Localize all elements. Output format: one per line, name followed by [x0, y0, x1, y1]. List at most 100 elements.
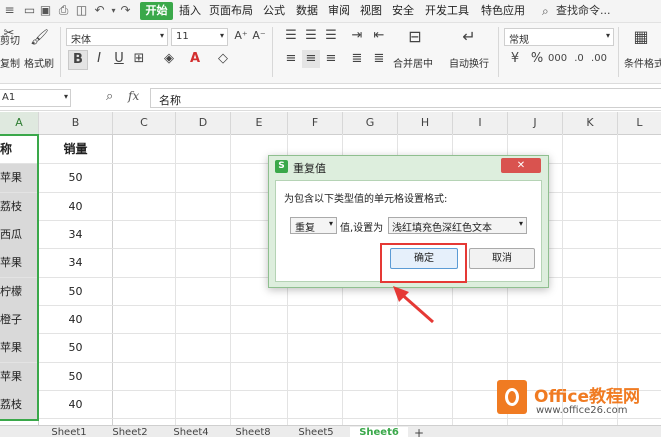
merge-center-icon[interactable]: ⊟	[406, 28, 424, 46]
zoom-icon[interactable]: ⌕	[106, 89, 113, 104]
fill-color-icon[interactable]: ◈	[160, 50, 178, 68]
align-middle-icon[interactable]: ☰	[302, 27, 320, 45]
merge-center-label[interactable]: 合并居中	[393, 55, 433, 70]
wrap-text-icon[interactable]: ↵	[460, 28, 478, 46]
column-header-e[interactable]: E	[231, 112, 288, 135]
number-format-select[interactable]: 常规 ▾	[504, 28, 614, 46]
office-logo-ring	[505, 388, 519, 406]
save-icon[interactable]: ▣	[38, 3, 53, 18]
cell-b[interactable]: 40	[39, 193, 112, 221]
cell-b[interactable]: 50	[39, 334, 112, 362]
format-select[interactable]: 浅红填充色深红色文本 ▾	[388, 217, 527, 234]
column-header-b[interactable]: B	[39, 112, 113, 135]
align-bottom-icon[interactable]: ☰	[322, 27, 340, 45]
cell-b1[interactable]: 销量	[39, 135, 112, 163]
font-shrink-icon[interactable]: A⁻	[250, 27, 268, 45]
cell-b[interactable]: 50	[39, 164, 112, 192]
column-header-a[interactable]: A	[0, 112, 39, 135]
font-color-icon[interactable]: A	[186, 50, 204, 68]
tab-data[interactable]: 数据	[296, 4, 318, 18]
conditional-format-icon[interactable]: ▦	[632, 28, 650, 46]
italic-button[interactable]: I	[90, 50, 108, 68]
type-select-value: 重复	[295, 223, 315, 234]
copy-label[interactable]: 复制	[0, 55, 20, 70]
bold-button[interactable]: B	[68, 50, 88, 70]
command-search[interactable]: ⌕ 查找命令...	[542, 3, 661, 19]
grid-line	[175, 134, 176, 425]
open-icon[interactable]: ▭	[22, 3, 37, 18]
cut-label[interactable]: 剪切	[0, 32, 20, 47]
align-right-icon[interactable]: ≡	[322, 50, 340, 68]
wrap-text-label[interactable]: 自动换行	[449, 55, 489, 70]
decrease-decimal-icon[interactable]: .00	[590, 50, 608, 68]
type-select[interactable]: 重复 ▾	[290, 217, 337, 234]
redo-icon[interactable]: ↷	[118, 3, 133, 18]
column-header-j[interactable]: J	[508, 112, 563, 135]
column-header-g[interactable]: G	[343, 112, 398, 135]
cell-b[interactable]: 40	[39, 391, 112, 419]
clear-format-icon[interactable]: ◇	[214, 50, 232, 68]
close-button[interactable]: ✕	[501, 158, 541, 173]
number-format-value: 常规	[509, 35, 529, 46]
column-header-c[interactable]: C	[113, 112, 176, 135]
font-name-select[interactable]: 宋体 ▾	[66, 28, 168, 46]
distribute-icon[interactable]: ≣	[370, 50, 388, 68]
justify-icon[interactable]: ≣	[348, 50, 366, 68]
divider	[498, 27, 499, 77]
tab-special[interactable]: 特色应用	[481, 4, 525, 18]
formula-input[interactable]: 名称	[150, 88, 661, 108]
column-header-f[interactable]: F	[288, 112, 343, 135]
highlight-box	[380, 243, 467, 283]
underline-button[interactable]: U	[110, 50, 128, 68]
conditional-format-label[interactable]: 条件格式	[624, 55, 661, 70]
tab-developer[interactable]: 开发工具	[425, 4, 469, 18]
cell-b[interactable]: 34	[39, 221, 112, 249]
tab-start[interactable]: 开始	[140, 2, 173, 20]
print-icon[interactable]: ⎙	[56, 3, 71, 18]
cell-b[interactable]: 40	[39, 306, 112, 334]
chevron-down-icon: ▾	[63, 92, 68, 101]
border-icon[interactable]: ⊞	[130, 50, 148, 68]
cell-b[interactable]: 50	[39, 363, 112, 391]
column-header-l[interactable]: L	[618, 112, 661, 135]
sheet-tabs: Sheet1 Sheet2 Sheet4 Sheet8 Sheet5 Sheet…	[0, 425, 661, 437]
format-painter-icon[interactable]: 🖌	[30, 28, 49, 46]
cell-b[interactable]: 34	[39, 249, 112, 277]
format-painter-label[interactable]: 格式刷	[24, 55, 54, 70]
thousands-icon[interactable]: 000	[548, 50, 567, 68]
tab-formulas[interactable]: 公式	[263, 4, 285, 18]
tab-page-layout[interactable]: 页面布局	[209, 4, 253, 18]
formula-bar: A1 ▾ ⌕ fx 名称	[0, 86, 661, 111]
menu-icon[interactable]: ≡	[2, 3, 17, 18]
column-header-d[interactable]: D	[176, 112, 231, 135]
increase-decimal-icon[interactable]: .0	[570, 50, 588, 68]
font-size-select[interactable]: 11 ▾	[171, 28, 228, 46]
selection-range	[0, 134, 39, 421]
tab-review[interactable]: 审阅	[328, 4, 350, 18]
tab-view[interactable]: 视图	[360, 4, 382, 18]
percent-icon[interactable]: %	[528, 50, 546, 68]
column-header-k[interactable]: K	[563, 112, 618, 135]
tab-insert[interactable]: 插入	[179, 4, 201, 18]
indent-icon[interactable]: ⇥	[348, 27, 366, 45]
preview-icon[interactable]: ◫	[74, 3, 89, 18]
undo-icon[interactable]: ↶	[92, 3, 107, 18]
currency-icon[interactable]: ¥	[506, 50, 524, 68]
cancel-button[interactable]: 取消	[469, 248, 535, 269]
column-header-h[interactable]: H	[398, 112, 453, 135]
dialog-titlebar[interactable]: S 重复值 ✕	[269, 156, 548, 176]
tab-security[interactable]: 安全	[392, 4, 414, 18]
name-box[interactable]: A1 ▾	[0, 89, 71, 107]
divider	[618, 27, 619, 77]
cell-b[interactable]: 50	[39, 278, 112, 306]
font-grow-icon[interactable]: A⁺	[232, 27, 250, 45]
divider	[60, 27, 61, 77]
align-top-icon[interactable]: ☰	[282, 27, 300, 45]
outdent-icon[interactable]: ⇤	[370, 27, 388, 45]
align-center-icon[interactable]: ≡	[302, 50, 320, 68]
value-set-label: 值,设置为	[340, 223, 384, 234]
fx-icon[interactable]: fx	[128, 89, 139, 103]
align-left-icon[interactable]: ≡	[282, 50, 300, 68]
font-name-value: 宋体	[71, 35, 91, 46]
column-header-i[interactable]: I	[453, 112, 508, 135]
